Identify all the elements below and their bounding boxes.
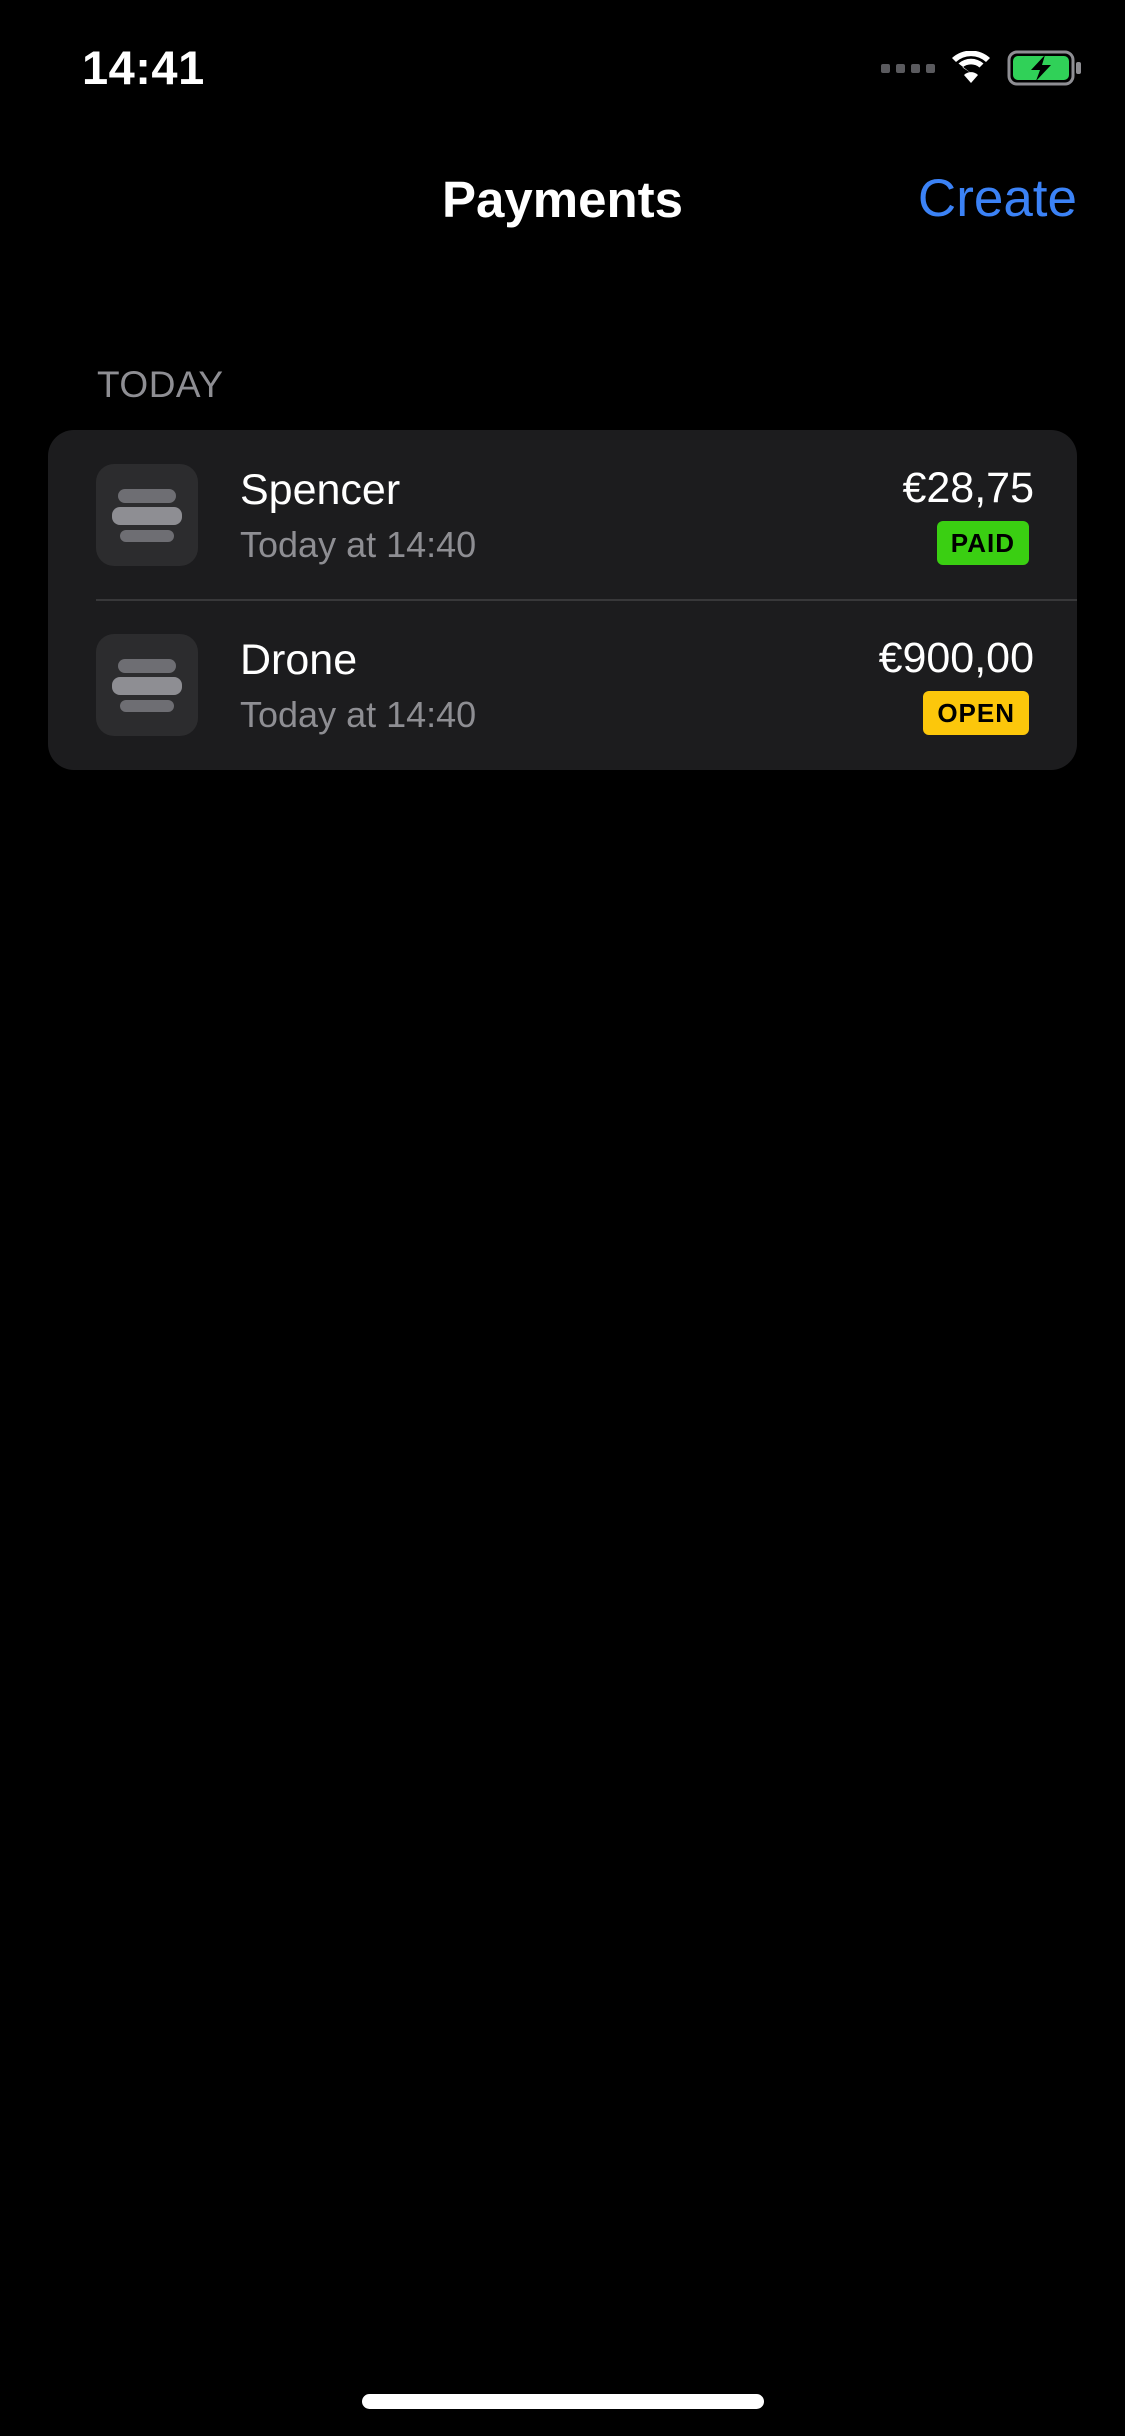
- status-time: 14:41: [82, 41, 205, 94]
- wifi-icon: [952, 51, 990, 83]
- status-bar: 14:41: [0, 0, 1125, 132]
- payment-time: Today at 14:40: [240, 694, 477, 735]
- payment-name: Spencer: [240, 466, 401, 514]
- payment-amount: €28,75: [902, 464, 1034, 512]
- status-badge-paid: PAID: [936, 521, 1029, 565]
- payment-name: Drone: [240, 636, 358, 684]
- status-badge-open: OPEN: [923, 691, 1029, 735]
- payments-list: Spencer Today at 14:40 €28,75 PAID Drone…: [48, 430, 1077, 770]
- status-icons: [881, 48, 1083, 88]
- section-header-today: TODAY: [97, 364, 224, 405]
- payment-row[interactable]: Spencer Today at 14:40 €28,75 PAID: [48, 430, 1077, 601]
- payment-time: Today at 14:40: [240, 524, 477, 565]
- payment-stack-icon: [96, 634, 198, 736]
- payment-amount: €900,00: [878, 634, 1034, 682]
- create-button[interactable]: Create: [918, 168, 1077, 229]
- home-indicator[interactable]: [362, 2394, 764, 2409]
- navigation-bar: Payments Create: [0, 150, 1125, 246]
- signal-icon: [881, 63, 935, 73]
- battery-charging-icon: [1007, 50, 1081, 86]
- payment-stack-icon: [96, 464, 198, 566]
- payment-row[interactable]: Drone Today at 14:40 €900,00 OPEN: [48, 600, 1077, 770]
